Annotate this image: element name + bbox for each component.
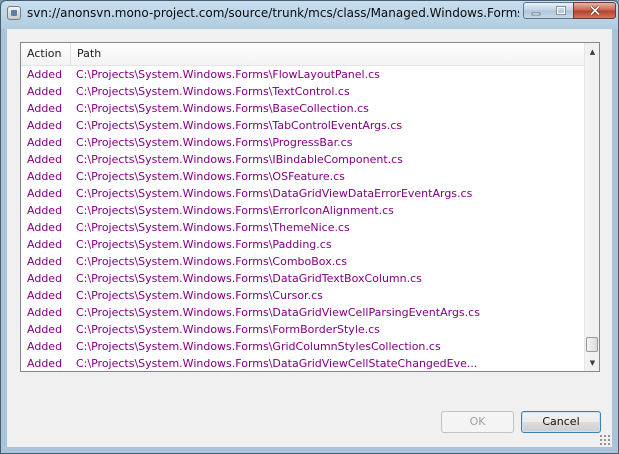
path-cell: C:\Projects\System.Windows.Forms\TextCon…: [76, 85, 350, 98]
list-item[interactable]: Added C:\Projects\System.Windows.Forms\Fo…: [21, 321, 584, 338]
path-cell: C:\Projects\System.Windows.Forms\IBindab…: [76, 153, 403, 166]
list-item[interactable]: Added C:\Projects\System.Windows.Forms\Gr…: [21, 338, 584, 355]
path-cell: C:\Projects\System.Windows.Forms\BaseCol…: [76, 102, 369, 115]
list-item[interactable]: Added C:\Projects\System.Windows.Forms\Co…: [21, 253, 584, 270]
column-header-action[interactable]: Action: [21, 43, 71, 65]
ok-button[interactable]: OK: [441, 411, 514, 433]
list-item[interactable]: Added C:\Projects\System.Windows.Forms\Th…: [21, 219, 584, 236]
dialog-window: svn://anonsvn.mono-project.com/source/tr…: [0, 0, 619, 454]
list-item[interactable]: Added C:\Projects\System.Windows.Forms\IB…: [21, 151, 584, 168]
action-cell: Added: [27, 204, 63, 217]
action-cell: Added: [27, 221, 63, 234]
path-cell: C:\Projects\System.Windows.Forms\ThemeNi…: [76, 221, 350, 234]
list-rows: Added C:\Projects\System.Windows.Forms\Fl…: [21, 66, 584, 371]
resize-grip-icon[interactable]: [599, 434, 610, 445]
vertical-scrollbar[interactable]: ▲ ▼: [584, 43, 599, 371]
close-button[interactable]: [573, 2, 616, 19]
list-header: Action Path: [21, 43, 584, 66]
list-item[interactable]: Added C:\Projects\System.Windows.Forms\OS…: [21, 168, 584, 185]
list-item[interactable]: Added C:\Projects\System.Windows.Forms\Er…: [21, 202, 584, 219]
action-cell: Added: [27, 153, 63, 166]
action-cell: Added: [27, 238, 63, 251]
path-cell: C:\Projects\System.Windows.Forms\GridCol…: [76, 340, 441, 353]
action-cell: Added: [27, 187, 63, 200]
action-cell: Added: [27, 68, 63, 81]
path-cell: C:\Projects\System.Windows.Forms\Progres…: [76, 136, 353, 149]
list-item[interactable]: Added C:\Projects\System.Windows.Forms\Pr…: [21, 134, 584, 151]
list-item[interactable]: Added C:\Projects\System.Windows.Forms\Da…: [21, 270, 584, 287]
action-cell: Added: [27, 170, 63, 183]
column-header-path[interactable]: Path: [71, 43, 584, 65]
action-cell: Added: [27, 136, 63, 149]
list-item[interactable]: Added C:\Projects\System.Windows.Forms\Ta…: [21, 117, 584, 134]
scroll-down-arrow-icon[interactable]: ▼: [585, 354, 599, 371]
path-cell: C:\Projects\System.Windows.Forms\ErrorIc…: [76, 204, 394, 217]
path-cell: C:\Projects\System.Windows.Forms\Cursor.…: [76, 289, 323, 302]
scrollbar-thumb[interactable]: [586, 337, 598, 352]
action-cell: Added: [27, 119, 63, 132]
path-cell: C:\Projects\System.Windows.Forms\TabCont…: [76, 119, 403, 132]
list-item[interactable]: Added C:\Projects\System.Windows.Forms\Te…: [21, 83, 584, 100]
maximize-icon: [555, 5, 566, 15]
path-cell: C:\Projects\System.Windows.Forms\DataGri…: [76, 306, 480, 319]
list-item[interactable]: Added C:\Projects\System.Windows.Forms\Da…: [21, 355, 584, 371]
tortoisesvn-app-icon: [7, 6, 21, 20]
path-cell: C:\Projects\System.Windows.Forms\FlowLay…: [76, 68, 380, 81]
list-item[interactable]: Added C:\Projects\System.Windows.Forms\Da…: [21, 185, 584, 202]
action-cell: Added: [27, 340, 63, 353]
path-cell: C:\Projects\System.Windows.Forms\Padding…: [76, 238, 332, 251]
list-item[interactable]: Added C:\Projects\System.Windows.Forms\Fl…: [21, 66, 584, 83]
action-cell: Added: [27, 289, 63, 302]
action-cell: Added: [27, 85, 63, 98]
path-cell: C:\Projects\System.Windows.Forms\ComboBo…: [76, 255, 347, 268]
list-item[interactable]: Added C:\Projects\System.Windows.Forms\Da…: [21, 304, 584, 321]
minimize-button[interactable]: [523, 2, 549, 19]
path-cell: C:\Projects\System.Windows.Forms\DataGri…: [76, 187, 473, 200]
path-cell: C:\Projects\System.Windows.Forms\FormBor…: [76, 323, 380, 336]
action-cell: Added: [27, 272, 63, 285]
action-cell: Added: [27, 323, 63, 336]
dialog-client-area: Action Path Added C:\Projects\System.Wind…: [7, 29, 612, 447]
list-item[interactable]: Added C:\Projects\System.Windows.Forms\Pa…: [21, 236, 584, 253]
action-cell: Added: [27, 306, 63, 319]
path-cell: C:\Projects\System.Windows.Forms\DataGri…: [76, 272, 422, 285]
cancel-button[interactable]: Cancel: [521, 411, 601, 433]
list-item[interactable]: Added C:\Projects\System.Windows.Forms\Cu…: [21, 287, 584, 304]
list-item[interactable]: Added C:\Projects\System.Windows.Forms\Ba…: [21, 100, 584, 117]
path-cell: C:\Projects\System.Windows.Forms\OSFeatu…: [76, 170, 345, 183]
window-title: svn://anonsvn.mono-project.com/source/tr…: [27, 6, 519, 20]
scroll-up-arrow-icon[interactable]: ▲: [585, 43, 599, 60]
maximize-button[interactable]: [548, 2, 574, 19]
path-cell: C:\Projects\System.Windows.Forms\DataGri…: [76, 357, 478, 370]
title-bar[interactable]: svn://anonsvn.mono-project.com/source/tr…: [1, 1, 618, 25]
close-icon: [589, 5, 600, 16]
minimize-icon: [531, 12, 541, 15]
action-cell: Added: [27, 102, 63, 115]
action-cell: Added: [27, 255, 63, 268]
action-cell: Added: [27, 357, 63, 370]
changes-list[interactable]: Action Path Added C:\Projects\System.Wind…: [20, 42, 600, 372]
